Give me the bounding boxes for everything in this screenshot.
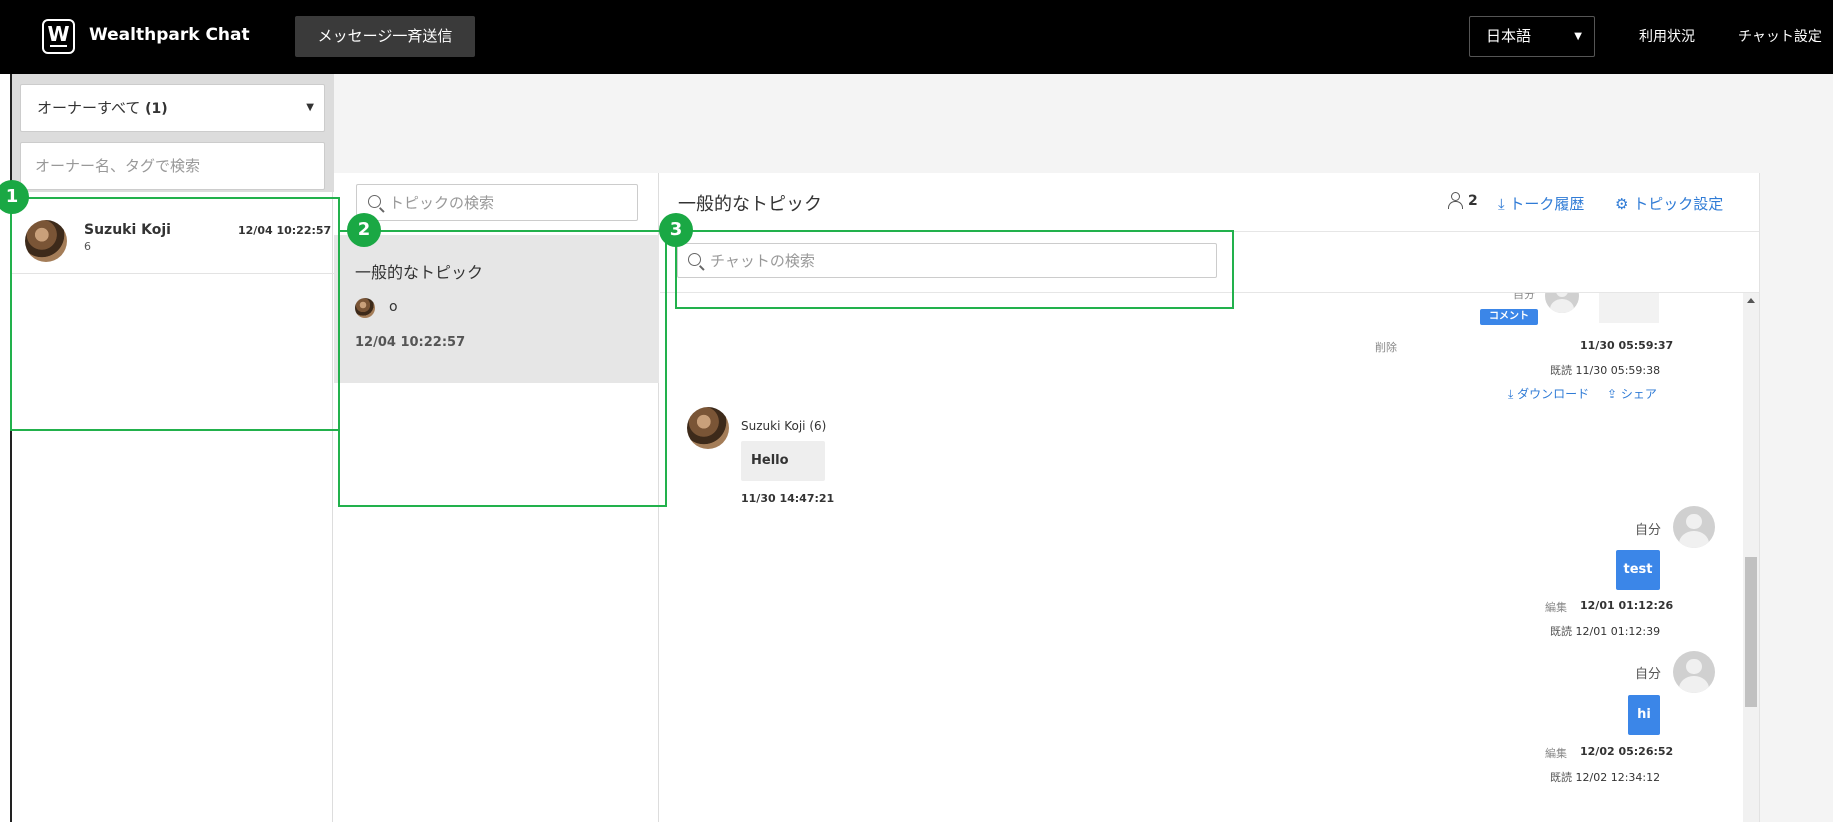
self-avatar <box>1545 293 1579 313</box>
share-icon: ⇪ <box>1607 387 1621 401</box>
chat-header: 一般的なトピック 2 ⤓ トーク履歴 ⚙ トピック設定 <box>660 173 1759 232</box>
download-link[interactable]: ⤓ ダウンロード <box>1508 385 1589 402</box>
owner-filter-count: (1) <box>145 101 168 117</box>
talk-history-label: トーク履歴 <box>1509 195 1585 213</box>
language-select[interactable]: 日本語 ▼ <box>1469 16 1595 57</box>
read-time: 12/01 01:12:39 <box>1575 625 1661 638</box>
message-sender: 自分 <box>1635 523 1662 538</box>
message-bubble: test <box>1616 550 1660 590</box>
member-icon[interactable] <box>1448 192 1463 209</box>
message-time: 12/01 01:12:26 <box>1580 599 1674 612</box>
owner-list-panel: オーナーすべて (1) ▼ Suzuki Koji 6 12/04 10:22:… <box>10 74 335 822</box>
read-status: 既読 11/30 05:59:38 <box>1550 362 1660 378</box>
read-status: 既読 12/02 12:34:12 <box>1550 769 1660 785</box>
edit-link[interactable]: 編集 <box>1545 745 1567 761</box>
read-time: 11/30 05:59:38 <box>1575 364 1661 377</box>
highlight-box-3 <box>675 230 1234 309</box>
share-link[interactable]: ⇪ シェア <box>1607 385 1657 402</box>
right-side-strip <box>1759 173 1833 822</box>
message-time: 11/30 05:59:37 <box>1580 339 1674 352</box>
highlight-box-2 <box>338 230 667 507</box>
comment-button[interactable]: コメント <box>1480 309 1538 325</box>
self-avatar <box>1673 651 1715 693</box>
read-status: 既読 12/01 01:12:39 <box>1550 623 1660 639</box>
message-sender: Suzuki Koji (6) <box>741 419 827 433</box>
owner-search-input[interactable] <box>20 142 325 190</box>
owner-filter-select[interactable]: オーナーすべて (1) ▼ <box>20 84 325 132</box>
gear-icon: ⚙ <box>1615 195 1634 213</box>
read-label: 既読 <box>1550 771 1572 784</box>
annotation-badge-2: 2 <box>347 213 381 247</box>
share-label: シェア <box>1620 387 1657 401</box>
talk-history-link[interactable]: ⤓ トーク履歴 <box>1498 193 1584 214</box>
owner-filter-label: オーナーすべて <box>37 99 141 117</box>
top-gray-area <box>334 74 1833 173</box>
message-list: 自分 コメント 削除 11/30 05:59:37 既読 11/30 05:59… <box>660 293 1759 822</box>
attachment-preview[interactable] <box>1599 293 1659 323</box>
message-time: 12/02 05:26:52 <box>1580 745 1674 758</box>
sender-avatar <box>687 407 729 449</box>
caret-down-icon: ▼ <box>1574 31 1582 42</box>
message-sender: 自分 <box>1513 293 1535 301</box>
message-scrollbar[interactable] <box>1743 293 1759 822</box>
broadcast-message-button[interactable]: メッセージ一斉送信 <box>295 16 475 57</box>
usage-link[interactable]: 利用状況 <box>1639 26 1695 46</box>
download-icon: ⤓ <box>1508 387 1518 401</box>
language-select-value: 日本語 <box>1486 27 1532 45</box>
delete-link[interactable]: 削除 <box>1375 339 1397 355</box>
read-label: 既読 <box>1550 364 1572 377</box>
app-title: Wealthpark Chat <box>89 25 250 45</box>
scrollbar-thumb[interactable] <box>1745 557 1757 707</box>
read-label: 既読 <box>1550 625 1572 638</box>
topic-settings-link[interactable]: ⚙ トピック設定 <box>1615 193 1723 214</box>
top-bar: W Wealthpark Chat メッセージ一斉送信 日本語 ▼ 利用状況 チ… <box>0 0 1833 74</box>
chat-title: 一般的なトピック <box>678 194 822 215</box>
edit-link[interactable]: 編集 <box>1545 599 1567 615</box>
search-icon <box>368 195 381 208</box>
annotation-badge-3: 3 <box>659 213 693 247</box>
message-sender: 自分 <box>1635 667 1662 682</box>
highlight-box-1 <box>10 197 340 431</box>
read-time: 12/02 12:34:12 <box>1575 771 1661 784</box>
download-label: ダウンロード <box>1517 387 1590 401</box>
download-icon: ⤓ <box>1498 195 1510 213</box>
member-count[interactable]: 2 <box>1468 193 1478 209</box>
app-logo-icon: W <box>42 19 75 54</box>
message-bubble: Hello <box>741 441 825 481</box>
topic-search-input[interactable] <box>356 184 638 221</box>
message-bubble: hi <box>1628 695 1660 735</box>
message-time: 11/30 14:47:21 <box>741 492 835 505</box>
chat-settings-link[interactable]: チャット設定 <box>1738 26 1822 46</box>
scroll-up-arrow-icon[interactable] <box>1747 298 1755 303</box>
caret-down-icon: ▼ <box>306 102 314 113</box>
topic-settings-label: トピック設定 <box>1633 195 1724 213</box>
owner-list-header: オーナーすべて (1) ▼ <box>12 74 335 192</box>
self-avatar <box>1673 506 1715 548</box>
